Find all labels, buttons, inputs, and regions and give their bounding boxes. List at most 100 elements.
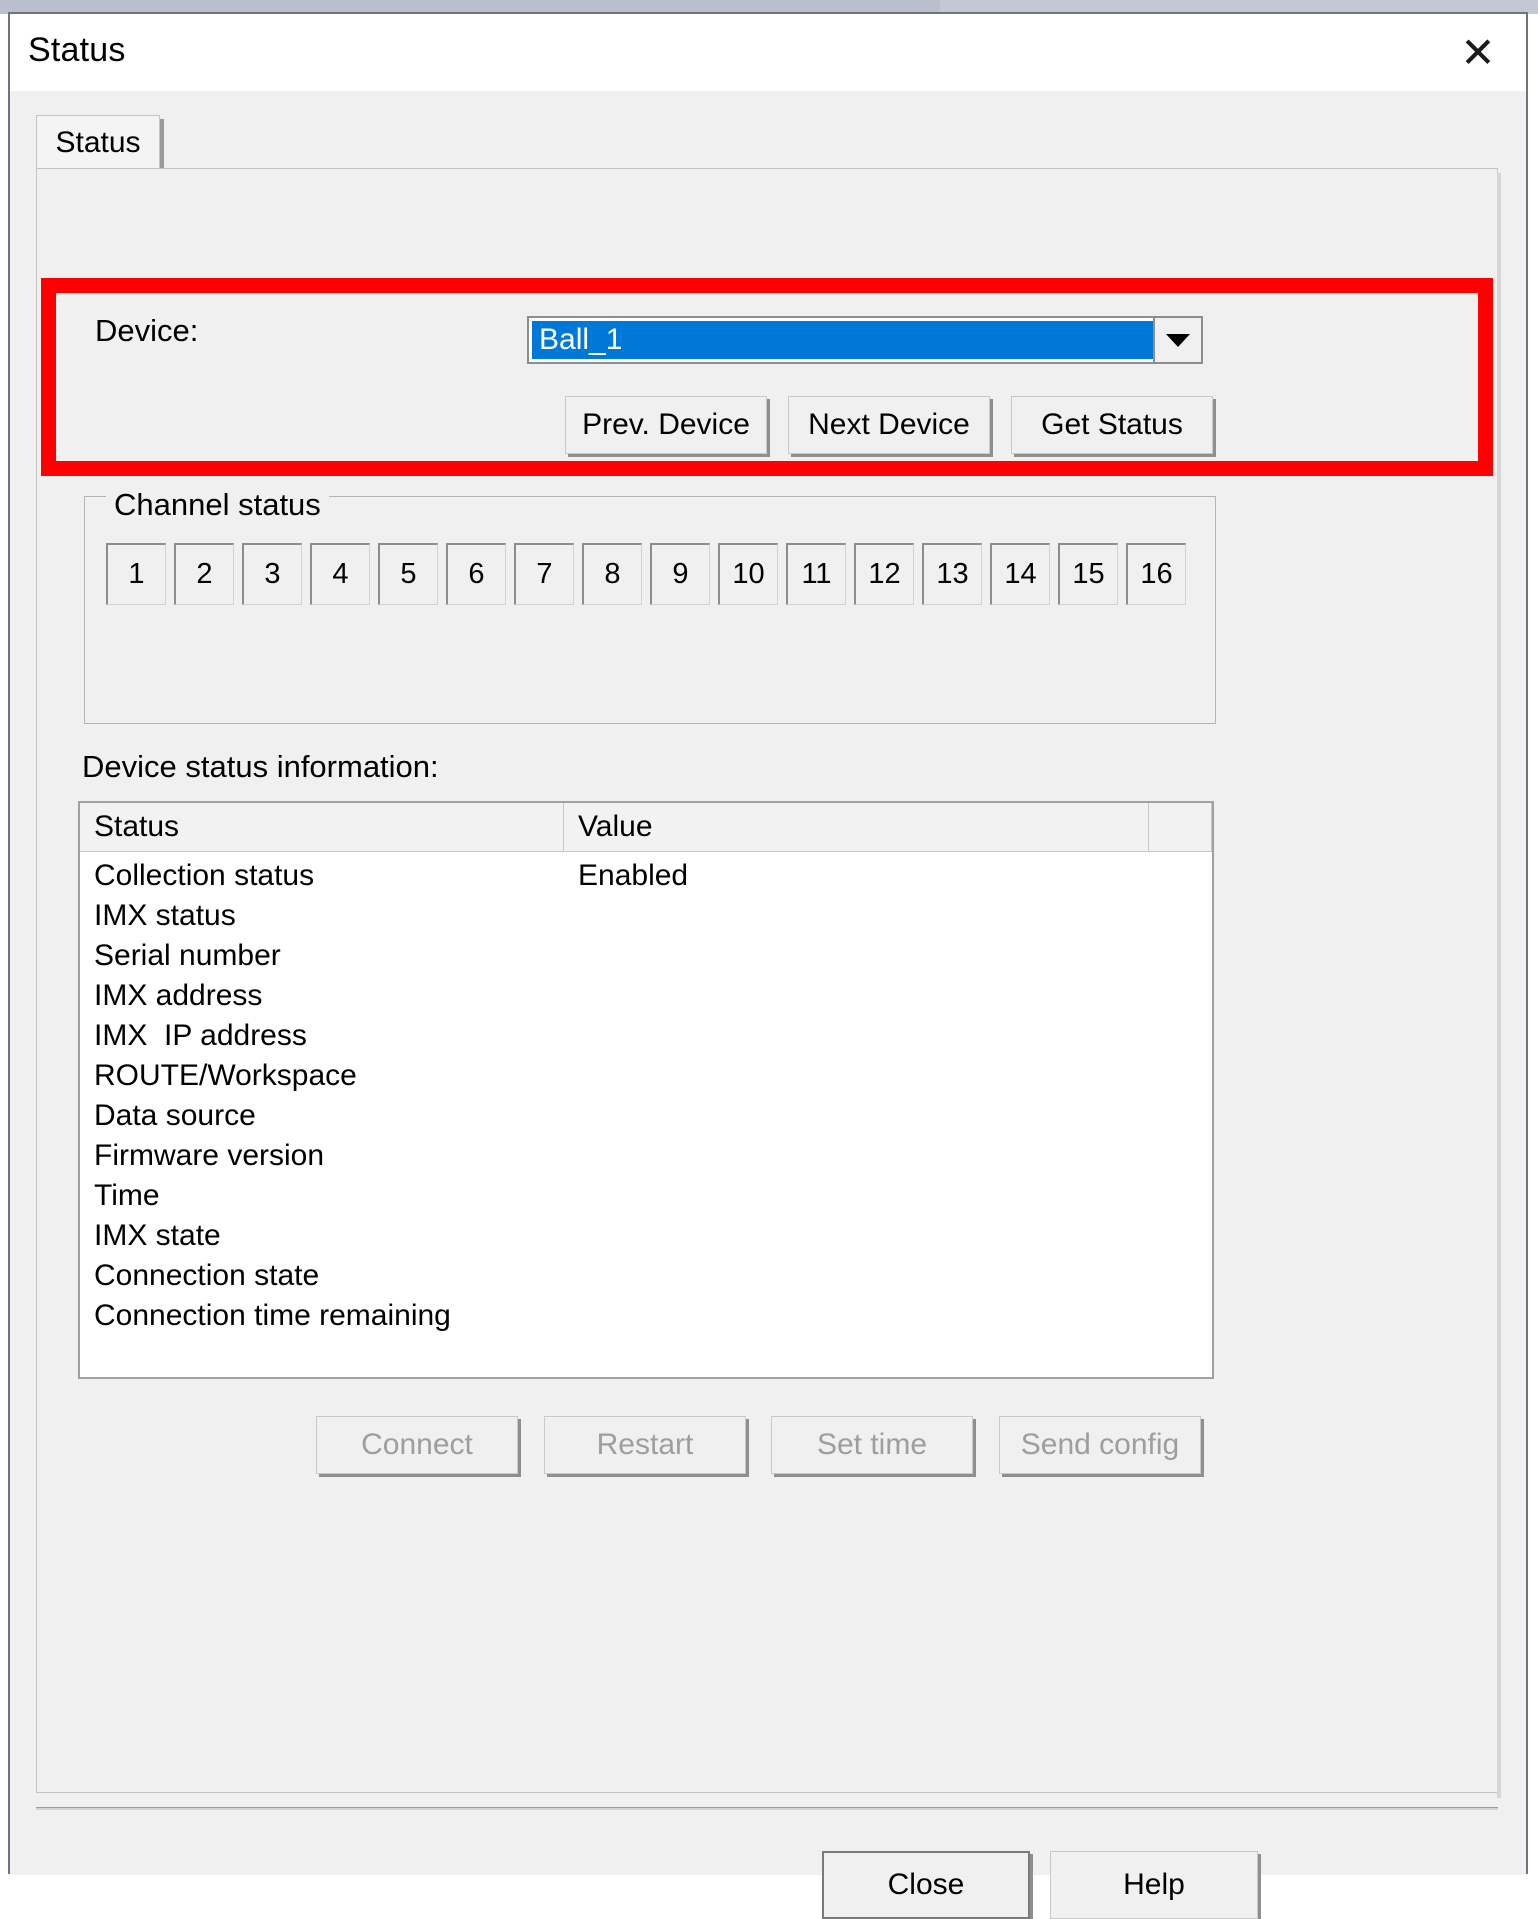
status-dialog-window: Status ✕ Status Device: Ball_1 Prev. Dev… <box>8 12 1528 1919</box>
channel-button[interactable]: 9 <box>650 543 710 605</box>
connect-button[interactable]: Connect <box>316 1416 518 1474</box>
table-row[interactable]: IMX status <box>80 896 1212 936</box>
send-config-label: Send config <box>1020 1428 1180 1461</box>
column-header-value[interactable]: Value <box>564 803 1149 851</box>
row-status: IMX address <box>94 979 263 1012</box>
restart-label: Restart <box>596 1428 694 1461</box>
channel-button[interactable]: 6 <box>446 543 506 605</box>
connect-label: Connect <box>361 1428 473 1461</box>
channel-status-groupbox <box>84 496 1216 724</box>
tab-shadow <box>160 119 164 171</box>
tab-strip: Status <box>36 115 1498 171</box>
row-status: Serial number <box>94 939 281 972</box>
chevron-down-glyph <box>1166 333 1190 347</box>
close-button[interactable]: Close <box>822 1851 1030 1919</box>
row-status: IMX status <box>94 899 236 932</box>
channel-label: 11 <box>801 558 832 590</box>
channel-button[interactable]: 13 <box>922 543 982 605</box>
tab-status-label: Status <box>55 125 141 159</box>
device-combobox-value: Ball_1 <box>532 321 1200 359</box>
channel-button[interactable]: 11 <box>786 543 846 605</box>
table-row[interactable]: Serial number <box>80 936 1212 976</box>
dialog-client-area: Status Device: Ball_1 Prev. Device Next … <box>10 91 1526 1919</box>
device-status-listview[interactable]: Status Value Collection status Enabled I… <box>78 801 1214 1379</box>
close-button-label: Close <box>887 1868 965 1901</box>
channel-button-list: 1 2 3 4 5 6 7 8 9 10 11 12 13 14 15 16 <box>106 543 1194 605</box>
channel-label: 12 <box>868 558 901 590</box>
channel-button[interactable]: 4 <box>310 543 370 605</box>
channel-status-title: Channel status <box>106 487 329 523</box>
channel-button[interactable]: 8 <box>582 543 642 605</box>
get-status-button[interactable]: Get Status <box>1011 396 1213 454</box>
get-status-label: Get Status <box>1041 408 1183 441</box>
next-device-label: Next Device <box>808 408 970 441</box>
table-row[interactable]: IMX IP address <box>80 1016 1212 1056</box>
column-header-status[interactable]: Status <box>80 803 564 851</box>
table-row[interactable]: IMX address <box>80 976 1212 1016</box>
tab-panel-edge <box>1497 173 1501 1798</box>
channel-button[interactable]: 7 <box>514 543 574 605</box>
channel-button[interactable]: 1 <box>106 543 166 605</box>
channel-label: 5 <box>400 558 417 590</box>
channel-label: 2 <box>196 558 213 590</box>
row-status: IMX IP address <box>94 1019 307 1052</box>
column-header-extra[interactable] <box>1149 803 1212 851</box>
channel-label: 7 <box>536 558 553 590</box>
row-value: Enabled <box>578 859 689 892</box>
channel-label: 13 <box>936 558 969 590</box>
row-status: Time <box>94 1179 160 1212</box>
table-row[interactable]: Collection status Enabled <box>80 856 1212 896</box>
device-combobox[interactable]: Ball_1 <box>527 316 1203 364</box>
channel-button[interactable]: 2 <box>174 543 234 605</box>
footer-separator <box>36 1807 1498 1810</box>
row-status: Connection state <box>94 1259 320 1292</box>
channel-label: 15 <box>1072 558 1105 590</box>
table-row[interactable]: ROUTE/Workspace <box>80 1056 1212 1096</box>
channel-button[interactable]: 16 <box>1126 543 1186 605</box>
channel-label: 14 <box>1004 558 1037 590</box>
channel-label: 8 <box>604 558 621 590</box>
listview-header: Status Value <box>80 803 1212 852</box>
row-status: Data source <box>94 1099 256 1132</box>
table-row[interactable]: Firmware version <box>80 1136 1212 1176</box>
device-label: Device: <box>95 313 199 348</box>
title-bar: Status ✕ <box>10 14 1526 91</box>
channel-button[interactable]: 12 <box>854 543 914 605</box>
channel-button[interactable]: 10 <box>718 543 778 605</box>
channel-label: 3 <box>264 558 281 590</box>
channel-label: 10 <box>732 558 765 590</box>
row-status: IMX state <box>94 1219 221 1252</box>
chevron-down-icon[interactable] <box>1153 316 1203 364</box>
set-time-label: Set time <box>816 1428 928 1461</box>
channel-label: 6 <box>468 558 485 590</box>
window-title: Status <box>28 31 126 69</box>
channel-button[interactable]: 15 <box>1058 543 1118 605</box>
channel-label: 9 <box>672 558 689 590</box>
channel-button[interactable]: 3 <box>242 543 302 605</box>
channel-button[interactable]: 14 <box>990 543 1050 605</box>
device-status-information-label: Device status information: <box>82 749 439 784</box>
prev-device-button[interactable]: Prev. Device <box>565 396 767 454</box>
channel-button[interactable]: 5 <box>378 543 438 605</box>
close-icon[interactable]: ✕ <box>1446 24 1510 82</box>
prev-device-label: Prev. Device <box>582 408 750 441</box>
next-device-button[interactable]: Next Device <box>788 396 990 454</box>
restart-button[interactable]: Restart <box>544 1416 746 1474</box>
help-button-label: Help <box>1123 1868 1185 1901</box>
table-row[interactable]: Connection state <box>80 1256 1212 1296</box>
row-status: Firmware version <box>94 1139 325 1172</box>
row-status: Collection status <box>94 859 315 892</box>
table-row[interactable]: Connection time remaining <box>80 1296 1212 1336</box>
channel-label: 4 <box>332 558 349 590</box>
tab-status[interactable]: Status <box>36 115 160 169</box>
table-row[interactable]: Data source <box>80 1096 1212 1136</box>
row-status: Connection time remaining <box>94 1299 451 1332</box>
send-config-button[interactable]: Send config <box>999 1416 1201 1474</box>
table-row[interactable]: Time <box>80 1176 1212 1216</box>
set-time-button[interactable]: Set time <box>771 1416 973 1474</box>
table-row[interactable]: IMX state <box>80 1216 1212 1256</box>
help-button[interactable]: Help <box>1050 1851 1258 1919</box>
channel-label: 1 <box>128 558 145 590</box>
row-status: ROUTE/Workspace <box>94 1059 357 1092</box>
channel-label: 16 <box>1140 558 1173 590</box>
